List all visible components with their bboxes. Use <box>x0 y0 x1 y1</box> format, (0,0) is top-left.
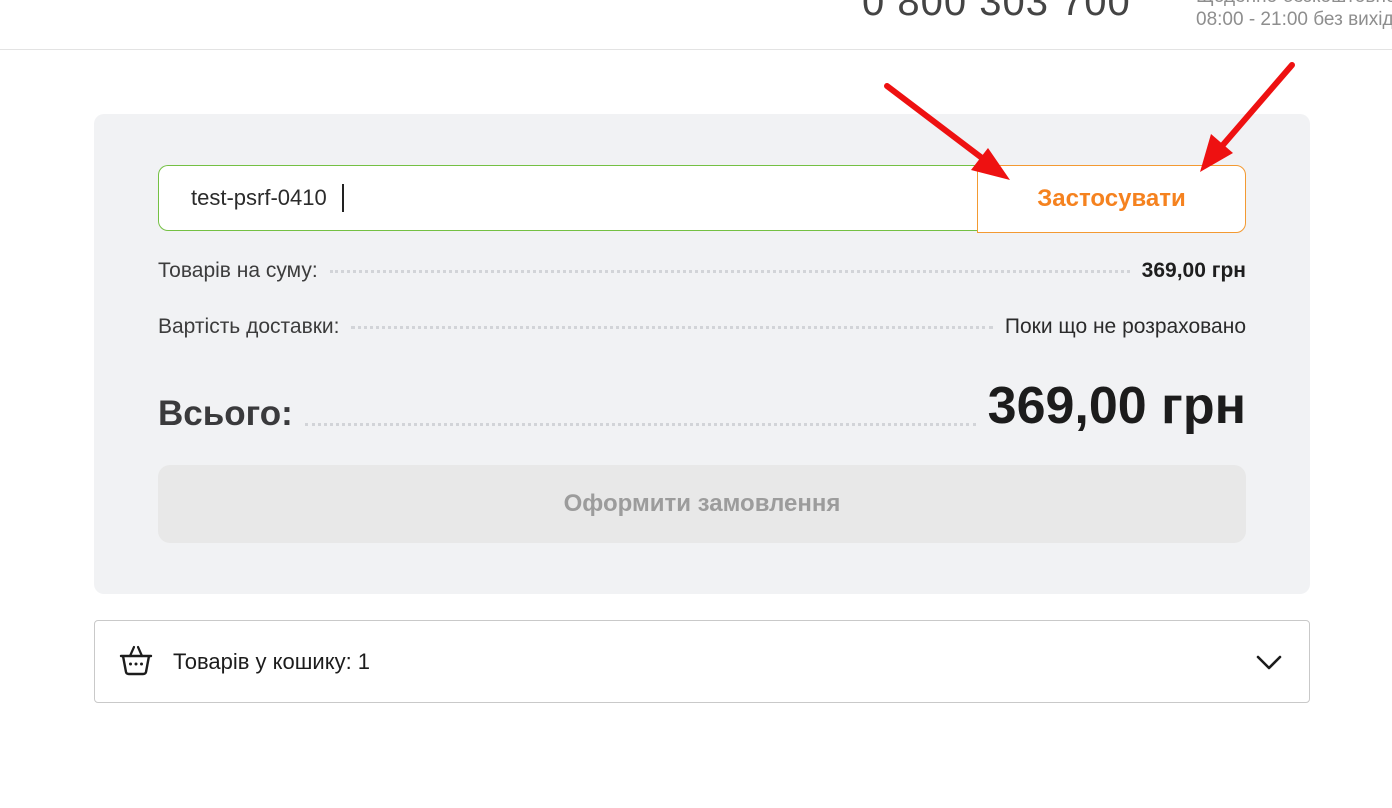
delivery-cost-value: Поки що не розраховано <box>1004 315 1246 338</box>
goods-sum-row: Товарів на суму: 369,00 грн <box>158 259 1246 283</box>
dotted-leader <box>351 326 993 329</box>
delivery-cost-row: Вартість доставки: Поки що не розрахован… <box>158 315 1246 339</box>
place-order-button[interactable]: Оформити замовлення <box>158 465 1246 543</box>
apply-promo-button[interactable]: Застосувати <box>977 165 1246 233</box>
support-phone[interactable]: 0 800 303 700 <box>862 0 1131 25</box>
total-value: 369,00 грн <box>987 377 1246 435</box>
cart-accordion[interactable]: Товарів у кошику: 1 <box>94 620 1310 703</box>
order-summary-panel: Застосувати Товарів на суму: 369,00 грн … <box>94 114 1310 594</box>
text-caret <box>342 184 344 212</box>
site-header: 0 800 303 700 Щоденно безкоштовно 08:00 … <box>0 0 1392 50</box>
dotted-leader <box>329 270 1130 273</box>
goods-sum-value: 369,00 грн <box>1141 259 1246 282</box>
delivery-cost-label: Вартість доставки: <box>158 315 340 338</box>
dotted-leader <box>304 423 976 426</box>
promo-code-input[interactable] <box>158 165 978 231</box>
support-hours: 08:00 - 21:00 без вихідних <box>1196 9 1392 30</box>
basket-icon <box>119 645 153 676</box>
chevron-down-icon[interactable] <box>1255 651 1283 673</box>
total-row: Всього: 369,00 грн <box>158 376 1246 436</box>
checkout-page: 0 800 303 700 Щоденно безкоштовно 08:00 … <box>0 0 1392 808</box>
support-hours-top: Щоденно безкоштовно <box>1196 0 1392 8</box>
total-label: Всього: <box>158 394 293 433</box>
cart-count-label: Товарів у кошику: 1 <box>173 649 371 674</box>
goods-sum-label: Товарів на суму: <box>158 259 318 282</box>
